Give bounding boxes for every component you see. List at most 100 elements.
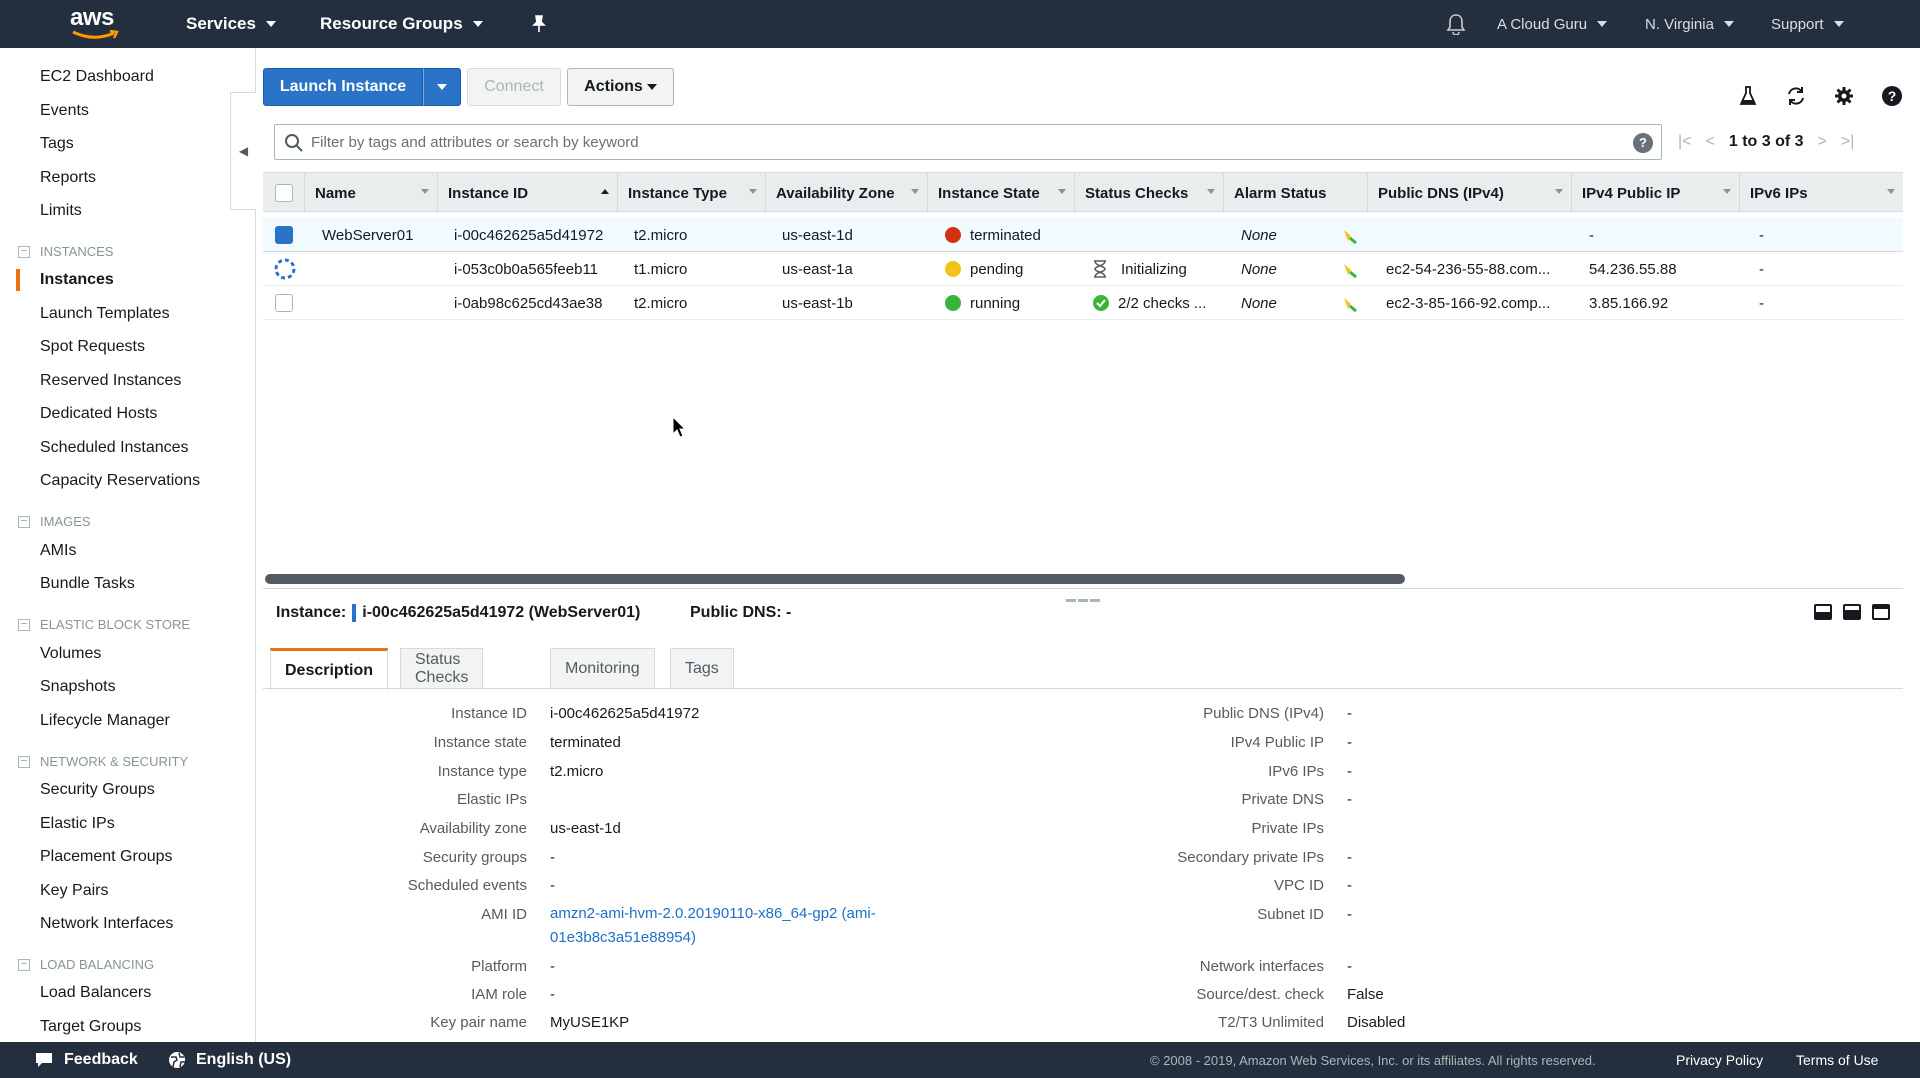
table-header: Name Instance ID Instance Type Availabil… (263, 172, 1903, 213)
language-selector[interactable]: English (US) (168, 1042, 291, 1078)
aws-logo[interactable]: aws (70, 4, 124, 42)
services-menu[interactable]: Services (186, 0, 276, 48)
sidebar-item-events[interactable]: Events (40, 102, 89, 120)
ami-id-link[interactable]: amzn2-ami-hvm-2.0.20190110-x86_64-gp2 (a… (550, 902, 930, 950)
support-menu[interactable]: Support (1771, 0, 1844, 48)
sidebar-item-limits[interactable]: Limits (40, 202, 82, 220)
status-dot-icon (945, 261, 961, 277)
sidebar-section-load-balancing[interactable]: − LOAD BALANCING (18, 957, 154, 972)
sidebar-item-ec2-dashboard[interactable]: EC2 Dashboard (40, 68, 154, 86)
column-header-name[interactable]: Name (304, 173, 437, 213)
sidebar-item-key-pairs[interactable]: Key Pairs (40, 882, 108, 900)
column-label: IPv6 IPs (1750, 184, 1808, 202)
sidebar-section-ebs[interactable]: − ELASTIC BLOCK STORE (18, 617, 190, 632)
launch-instance-dropdown[interactable] (423, 68, 461, 106)
sidebar-section-images[interactable]: − IMAGES (18, 514, 91, 529)
resize-handle-icon[interactable]: ▬▬▬ (1066, 594, 1102, 605)
connect-button[interactable]: Connect (467, 68, 561, 106)
search-input[interactable] (311, 131, 1611, 153)
alarm-bell-icon[interactable] (1341, 286, 1359, 320)
gear-icon[interactable] (1832, 84, 1856, 108)
tab-monitoring[interactable]: Monitoring (550, 648, 655, 688)
help-icon[interactable]: ? (1633, 133, 1653, 153)
resource-groups-label: Resource Groups (320, 14, 463, 33)
sidebar-item-elastic-ips[interactable]: Elastic IPs (40, 815, 115, 833)
sidebar-item-launch-templates[interactable]: Launch Templates (40, 305, 170, 323)
region-menu[interactable]: N. Virginia (1645, 0, 1734, 48)
sidebar-item-lifecycle-manager[interactable]: Lifecycle Manager (40, 712, 170, 730)
sidebar-item-placement-groups[interactable]: Placement Groups (40, 848, 173, 866)
last-page-icon[interactable]: >| (1841, 133, 1855, 151)
detail-value: - (550, 849, 555, 866)
refresh-icon[interactable] (1784, 84, 1808, 108)
tab-tags[interactable]: Tags (670, 648, 734, 688)
alarm-bell-icon[interactable] (1341, 252, 1359, 286)
actions-menu-button[interactable]: Actions (567, 68, 674, 106)
first-page-icon[interactable]: |< (1678, 133, 1692, 151)
column-header-ipv4-public-ip[interactable]: IPv4 Public IP (1571, 173, 1739, 213)
alarm-bell-icon[interactable] (1341, 218, 1359, 252)
column-header-availability-zone[interactable]: Availability Zone (765, 173, 927, 213)
layout-bottom-small-icon[interactable] (1814, 604, 1832, 620)
chevron-down-icon (646, 84, 657, 90)
launch-instance-button[interactable]: Launch Instance (263, 68, 423, 106)
sidebar-item-amis[interactable]: AMIs (40, 542, 76, 560)
tab-description[interactable]: Description (270, 648, 389, 690)
sidebar-item-reports[interactable]: Reports (40, 169, 96, 187)
select-all-checkbox[interactable] (263, 173, 304, 213)
privacy-policy-link[interactable]: Privacy Policy (1676, 1042, 1763, 1078)
sidebar-section-instances[interactable]: − INSTANCES (18, 244, 113, 259)
account-menu[interactable]: A Cloud Guru (1497, 0, 1608, 48)
layout-bottom-large-icon[interactable] (1872, 604, 1890, 620)
sidebar-item-tags[interactable]: Tags (40, 135, 74, 153)
column-header-public-dns[interactable]: Public DNS (IPv4) (1367, 173, 1571, 213)
resource-groups-menu[interactable]: Resource Groups (320, 0, 483, 48)
sidebar-item-instances[interactable]: Instances (40, 271, 114, 289)
sidebar-item-dedicated-hosts[interactable]: Dedicated Hosts (40, 405, 157, 423)
sidebar-item-reserved-instances[interactable]: Reserved Instances (40, 372, 181, 390)
column-header-instance-id[interactable]: Instance ID (437, 173, 617, 213)
sidebar-item-snapshots[interactable]: Snapshots (40, 678, 116, 696)
sidebar-section-network[interactable]: − NETWORK & SECURITY (18, 754, 188, 769)
terms-of-use-link[interactable]: Terms of Use (1796, 1042, 1878, 1078)
previous-page-icon[interactable]: < (1706, 133, 1715, 151)
column-header-status-checks[interactable]: Status Checks (1074, 173, 1223, 213)
detail-value: - (1347, 877, 1352, 894)
layout-bottom-medium-icon[interactable] (1843, 604, 1861, 620)
row-checkbox[interactable] (275, 218, 293, 252)
sidebar-item-security-groups[interactable]: Security Groups (40, 781, 155, 799)
help-icon[interactable]: ? (1880, 84, 1904, 108)
feedback-link[interactable]: Feedback (34, 1042, 138, 1078)
horizontal-scrollbar[interactable] (265, 574, 1405, 584)
sidebar-item-target-groups[interactable]: Target Groups (40, 1018, 141, 1036)
tab-status-checks[interactable]: Status Checks (400, 648, 484, 688)
sidebar-collapse-button[interactable]: ◀ (230, 92, 256, 210)
sidebar-item-volumes[interactable]: Volumes (40, 645, 101, 663)
row-checkbox[interactable] (275, 286, 293, 320)
column-label: Status Checks (1085, 184, 1189, 202)
sidebar-item-spot-requests[interactable]: Spot Requests (40, 338, 145, 356)
table-row[interactable]: WebServer01 i-00c462625a5d41972 t2.micro… (263, 218, 1903, 252)
sidebar-item-bundle-tasks[interactable]: Bundle Tasks (40, 575, 135, 593)
actions-label: Actions (584, 78, 643, 95)
sidebar-item-capacity-reservations[interactable]: Capacity Reservations (40, 472, 200, 490)
sidebar-item-network-interfaces[interactable]: Network Interfaces (40, 915, 173, 933)
table-row[interactable]: i-053c0b0a565feeb11 t1.micro us-east-1a … (263, 252, 1903, 286)
next-page-icon[interactable]: > (1818, 133, 1827, 151)
detail-label: Elastic IPs (456, 791, 527, 808)
sidebar-item-load-balancers[interactable]: Load Balancers (40, 984, 151, 1002)
column-header-ipv6-ips[interactable]: IPv6 IPs (1739, 173, 1903, 213)
detail-value: t2.micro (550, 763, 604, 780)
bell-icon[interactable] (1446, 0, 1466, 48)
detail-label: Availability zone (419, 820, 527, 837)
cell-ipv6-ips: - (1759, 294, 1764, 312)
column-header-instance-type[interactable]: Instance Type (617, 173, 765, 213)
column-header-alarm-status[interactable]: Alarm Status (1223, 173, 1367, 213)
sidebar-item-scheduled-instances[interactable]: Scheduled Instances (40, 439, 189, 457)
pin-icon[interactable] (532, 0, 546, 48)
pane-divider[interactable] (263, 588, 1903, 589)
table-row[interactable]: i-0ab98c625cd43ae38 t2.micro us-east-1b … (263, 286, 1903, 320)
collapse-icon: − (18, 755, 30, 768)
flask-icon[interactable] (1736, 84, 1760, 108)
column-header-instance-state[interactable]: Instance State (927, 173, 1074, 213)
